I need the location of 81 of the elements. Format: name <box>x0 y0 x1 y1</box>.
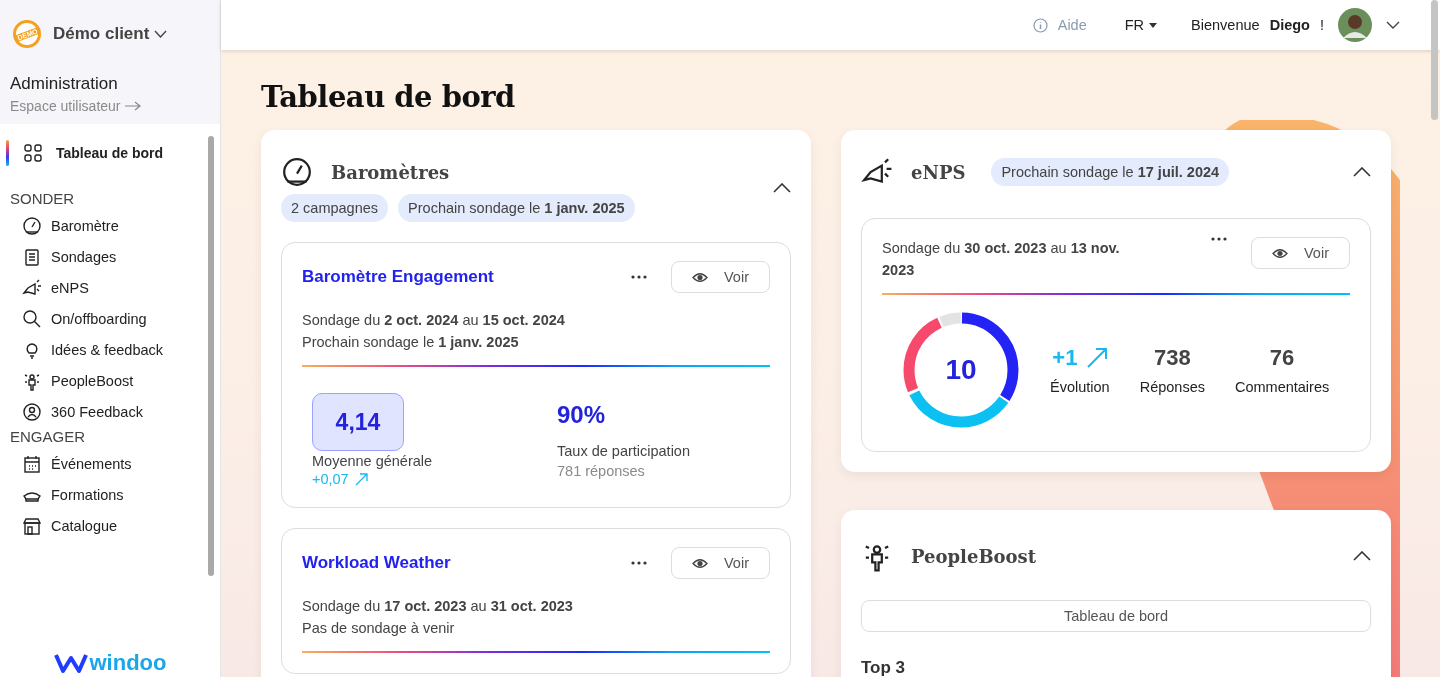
page-title: Tableau de bord <box>261 80 516 114</box>
stat-label: Réponses <box>1139 379 1205 395</box>
response-count: 781 réponses <box>557 463 646 479</box>
store-icon <box>22 516 42 536</box>
section-subtitle: Top 3 <box>861 658 907 677</box>
sidebar-item[interactable]: Tableau de bord <box>0 138 220 168</box>
calendar-icon <box>22 454 42 474</box>
card-title: Baromètres <box>331 161 450 183</box>
sidebar-item[interactable]: Baromètre <box>0 211 220 242</box>
sidebar-item[interactable]: Formations <box>0 480 220 511</box>
chevron-down-icon <box>154 30 168 38</box>
evolution-value: +1 <box>1052 345 1108 371</box>
collapse-icon[interactable] <box>1353 551 1371 561</box>
collapse-icon[interactable] <box>773 183 791 193</box>
brand-name: windoo <box>89 650 167 676</box>
campaign-title[interactable]: Workload Weather <box>302 553 451 573</box>
info-icon <box>1032 17 1048 33</box>
scrollbar[interactable] <box>1431 0 1438 120</box>
avatar <box>1338 8 1372 42</box>
next-survey: Pas de sondage à venir <box>302 619 456 638</box>
stat-label: Commentaires <box>1234 379 1330 395</box>
stat-label: Moyenne générale <box>312 453 434 469</box>
chevron-down-icon <box>1386 21 1400 29</box>
more-icon[interactable] <box>631 275 647 279</box>
arrow-right-icon <box>124 101 141 111</box>
client-selector[interactable]: Démo client <box>53 24 168 44</box>
survey-period: Sondage du 30 oct. 2023 au 13 nov. 2023 <box>882 239 1121 280</box>
stat-value: 738 <box>1153 345 1191 371</box>
arrow-up-right-icon <box>354 472 368 486</box>
card-title: PeopleBoost <box>911 545 1037 567</box>
welcome-text: Bienvenue Diego ! <box>1191 17 1324 33</box>
view-button[interactable]: Voir <box>1251 237 1350 269</box>
info-chip: Prochain sondage le 1 janv. 2025 <box>398 194 635 222</box>
eye-icon <box>692 271 708 283</box>
sidebar-item[interactable]: Événements <box>0 449 220 480</box>
stat-label: Évolution <box>1050 379 1110 395</box>
grid-icon <box>24 144 42 162</box>
eye-icon <box>1272 247 1288 259</box>
more-icon[interactable] <box>1211 237 1227 241</box>
info-chip: Prochain sondage le 17 juil. 2024 <box>991 158 1230 186</box>
nav-group-title: ENGAGER <box>9 428 86 445</box>
language-selector[interactable]: FR <box>1124 17 1158 33</box>
eye-icon <box>692 557 708 569</box>
stat-label: Taux de participation <box>557 443 690 459</box>
gauge-icon <box>281 156 313 188</box>
more-icon[interactable] <box>631 561 647 565</box>
person-icon <box>22 371 42 391</box>
sidebar-item[interactable]: 360 Feedback <box>0 397 220 428</box>
collapse-icon[interactable] <box>1353 167 1371 177</box>
megaphone-icon <box>22 278 42 298</box>
section-title: Administration <box>10 74 119 94</box>
campaign-title[interactable]: Baromètre Engagement <box>302 267 494 287</box>
sidebar-item[interactable]: Sondages <box>0 242 220 273</box>
user-menu[interactable] <box>1338 8 1400 42</box>
survey-period: Sondage du 17 oct. 2023 au 31 oct. 2023 <box>302 597 574 616</box>
sidebar-item[interactable]: PeopleBoost <box>0 366 220 397</box>
arrow-up-right-icon <box>1087 348 1108 368</box>
sidebar-item[interactable]: Catalogue <box>0 511 220 542</box>
magnifier-icon <box>22 309 42 329</box>
card-title: eNPS <box>911 161 966 183</box>
score-badge: 4,14 <box>312 393 404 451</box>
participation-rate: 90% <box>557 401 607 429</box>
view-button[interactable]: Voir <box>671 547 770 579</box>
trend-value: +0,07 <box>312 471 557 487</box>
scrollbar[interactable] <box>208 136 214 576</box>
enps-score: 10 <box>945 354 977 386</box>
info-chip: 2 campagnes <box>281 194 389 222</box>
stat-value: 76 <box>1269 345 1295 371</box>
sidebar-item[interactable]: On/offboarding <box>0 304 220 335</box>
caret-icon <box>1149 22 1158 28</box>
sidebar-item[interactable]: eNPS <box>0 273 220 304</box>
gauge-icon <box>22 216 42 236</box>
clipboard-icon <box>22 247 42 267</box>
survey-period: Sondage du 2 oct. 2024 au 15 oct. 2024 <box>302 311 566 330</box>
w-icon <box>53 652 88 674</box>
next-survey: Prochain sondage le 1 janv. 2025 <box>302 333 520 352</box>
sidebar-item[interactable]: Idées & feedback <box>0 335 220 366</box>
dashboard-button[interactable]: Tableau de bord <box>861 600 1371 632</box>
person-cycle-icon <box>22 402 42 422</box>
nav-group-title: SONDER <box>9 190 76 207</box>
view-button[interactable]: Voir <box>671 261 770 293</box>
